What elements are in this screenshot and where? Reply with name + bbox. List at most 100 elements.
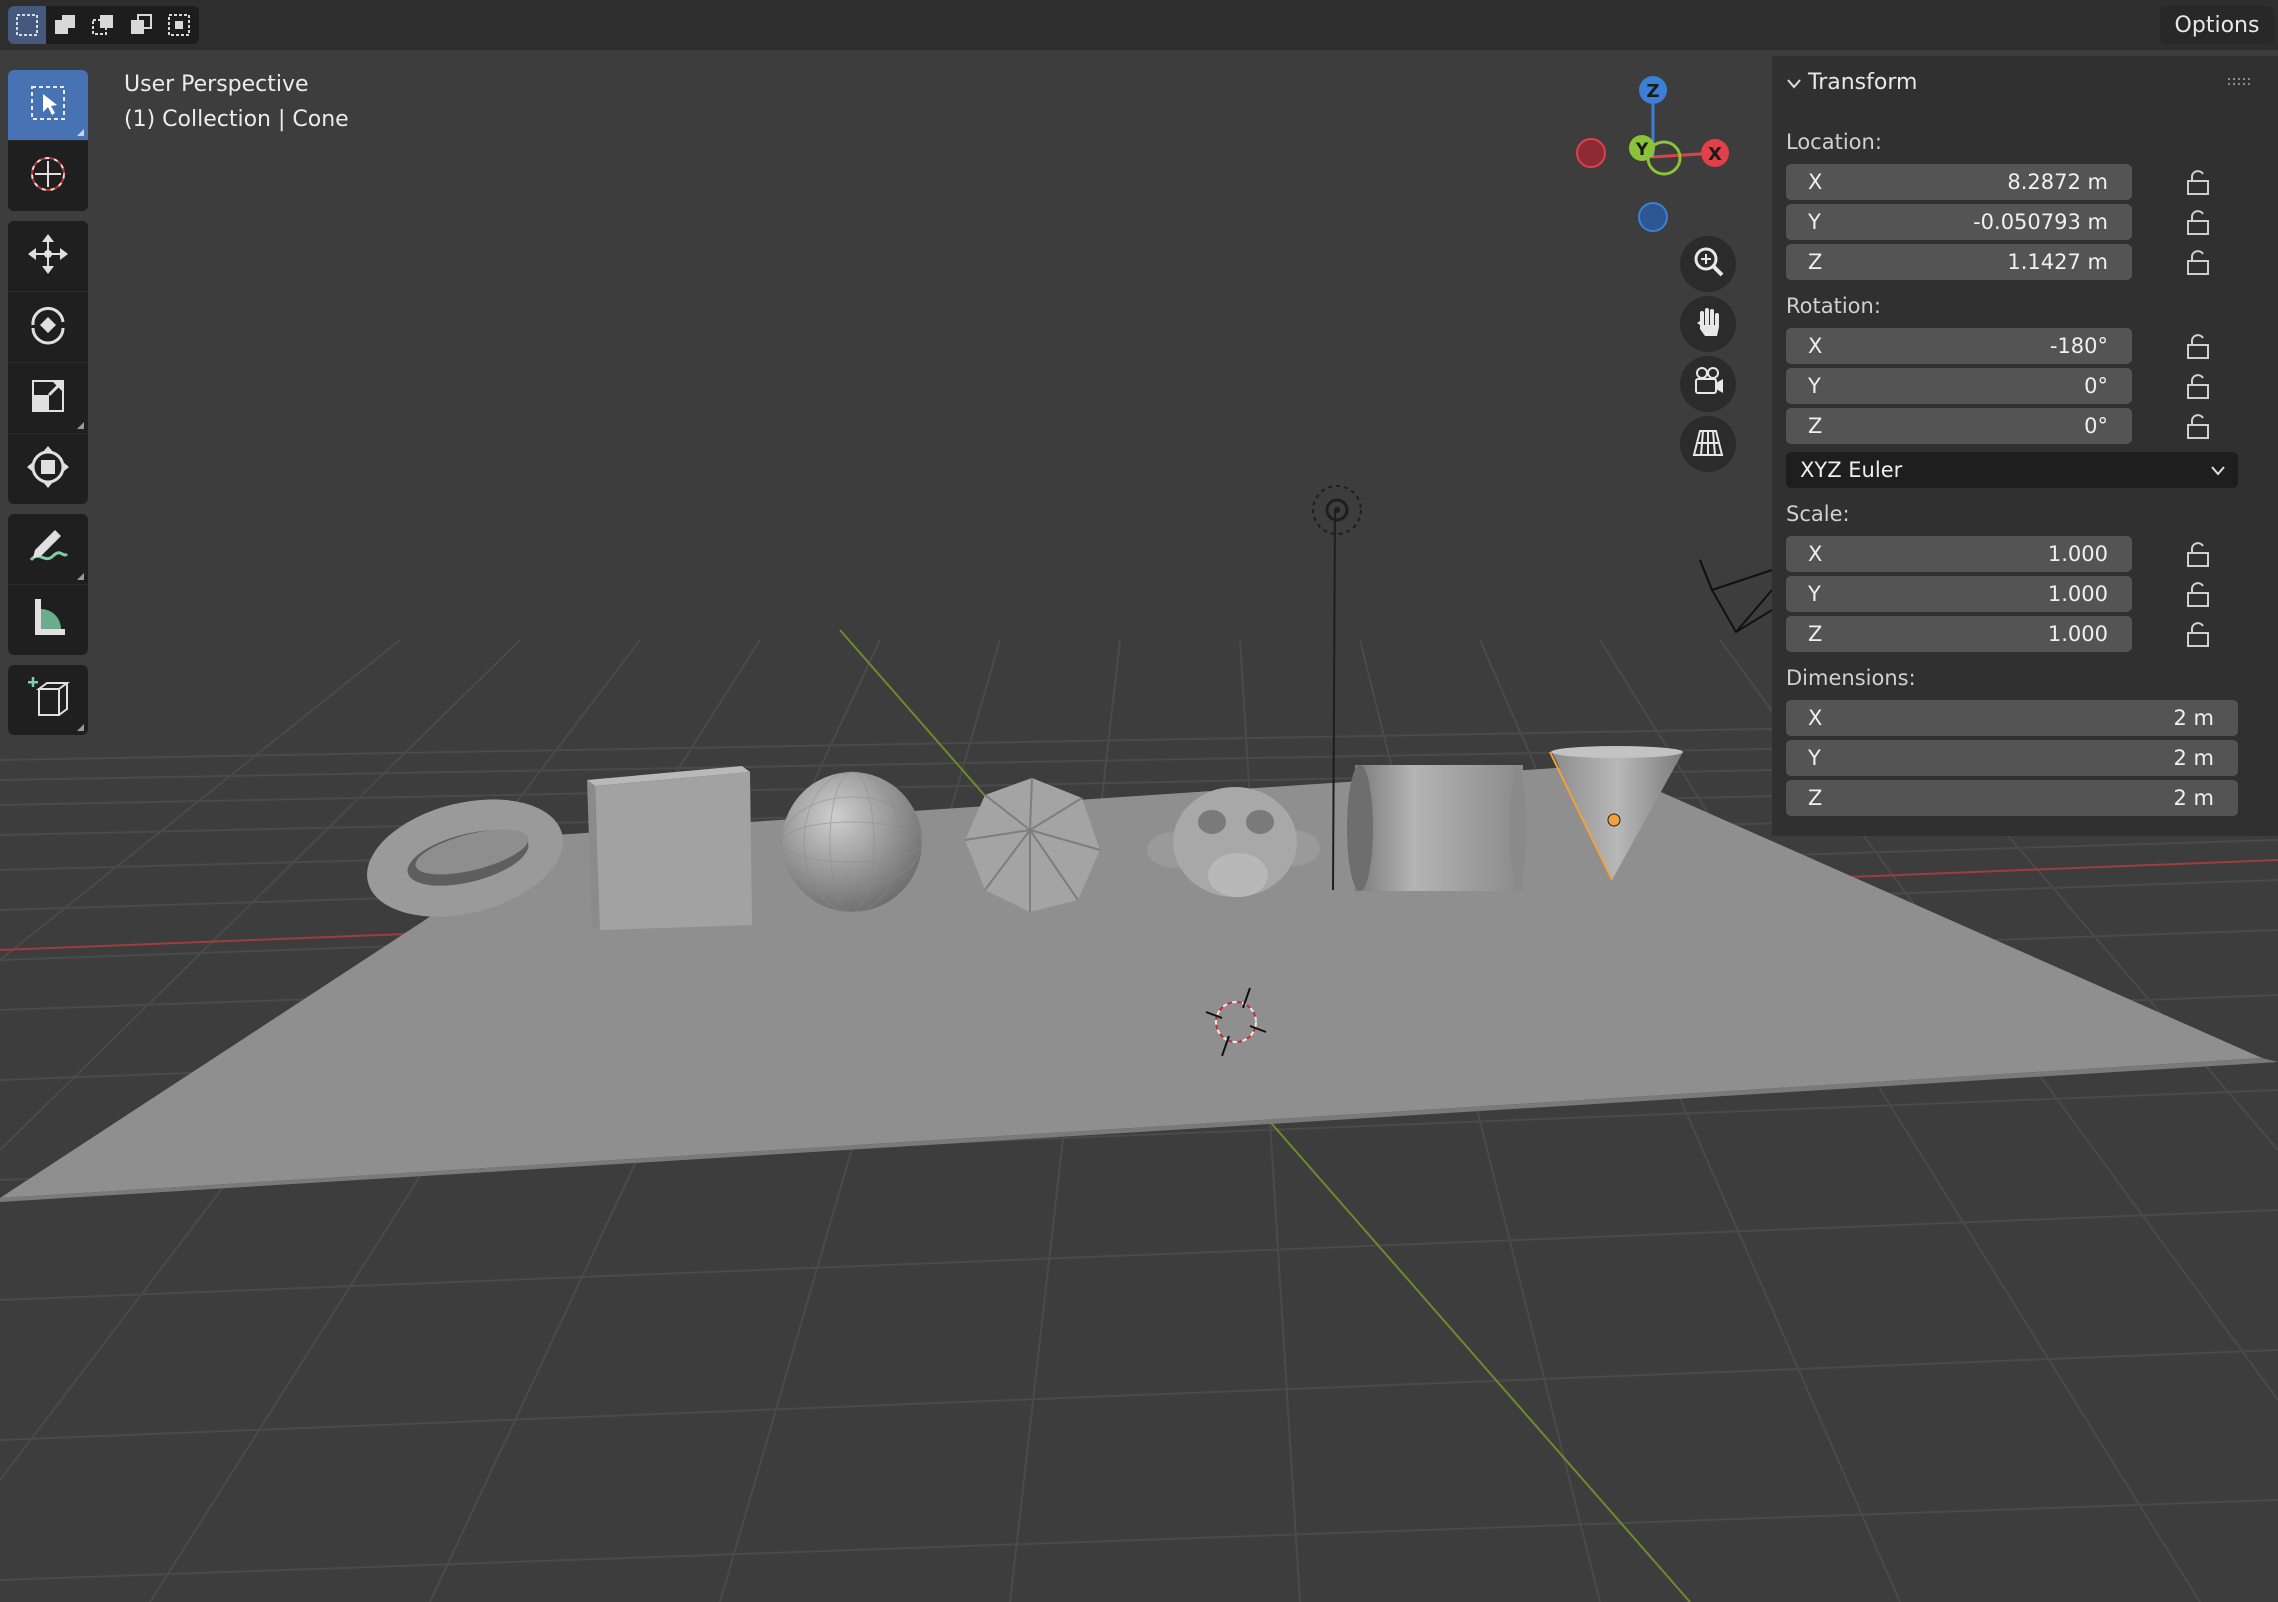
- camera-view-icon: [1691, 365, 1725, 403]
- field-value: 0°: [2084, 374, 2108, 398]
- chevron-down-icon: [1786, 71, 1802, 96]
- move-icon: [25, 231, 71, 281]
- cursor-icon: [25, 151, 71, 201]
- transform-panel-header[interactable]: Transform: [1786, 70, 1917, 96]
- axis-gizmo[interactable]: Z X Y: [1570, 60, 1740, 240]
- dimensions-z-field[interactable]: Z 2 m: [1786, 780, 2238, 816]
- select-box-new-icon[interactable]: [8, 6, 46, 44]
- tool-shelf: [8, 70, 88, 745]
- axis-label: Z: [1808, 250, 1823, 274]
- move-tool[interactable]: [8, 221, 88, 292]
- lock-icon[interactable]: [2184, 412, 2214, 440]
- rotation-mode-dropdown[interactable]: XYZ Euler: [1786, 452, 2238, 488]
- lock-icon[interactable]: [2184, 580, 2214, 608]
- annotate-icon: [25, 524, 71, 574]
- scale-label: Scale:: [1786, 502, 1850, 526]
- cube-object[interactable]: [587, 766, 752, 930]
- options-button[interactable]: Options: [2160, 6, 2274, 44]
- add-cube-tool[interactable]: [8, 665, 88, 735]
- gizmo-z-label: Z: [1646, 81, 1659, 102]
- select-box-extend-icon[interactable]: [46, 6, 84, 44]
- dimensions-y-field[interactable]: Y 2 m: [1786, 740, 2238, 776]
- lock-icon[interactable]: [2184, 208, 2214, 236]
- rotate-icon: [25, 302, 71, 352]
- field-value: -0.050793 m: [1973, 210, 2108, 234]
- gizmo-y-label: Y: [1635, 140, 1649, 160]
- axis-label: Y: [1808, 210, 1821, 234]
- camera-view-button[interactable]: [1680, 356, 1736, 412]
- field-value: 2 m: [2173, 746, 2215, 770]
- location-z-field[interactable]: Z 1.1427 m: [1786, 244, 2132, 280]
- dimensions-x-field[interactable]: X 2 m: [1786, 700, 2238, 736]
- axis-label: Z: [1808, 622, 1823, 646]
- select-box-subtract-icon[interactable]: [84, 6, 122, 44]
- panel-grip-icon[interactable]: [2228, 78, 2250, 88]
- cylinder-object[interactable]: [1347, 765, 1526, 891]
- location-label: Location:: [1786, 130, 1882, 154]
- hand-pan-icon: [1691, 305, 1725, 343]
- scale-y-field[interactable]: Y 1.000: [1786, 576, 2132, 612]
- axis-label: Y: [1808, 582, 1821, 606]
- transform-tool[interactable]: [8, 434, 88, 504]
- scale-tool[interactable]: [8, 363, 88, 434]
- rotate-tool[interactable]: [8, 292, 88, 363]
- gizmo-x-label: X: [1708, 144, 1722, 165]
- rotation-mode-value: XYZ Euler: [1800, 458, 1903, 482]
- uv-sphere-object[interactable]: [781, 771, 923, 913]
- field-value: 1.000: [2047, 622, 2108, 646]
- axis-label: Z: [1808, 414, 1823, 438]
- scale-x-field[interactable]: X 1.000: [1786, 536, 2132, 572]
- chevron-down-icon: [2210, 458, 2226, 482]
- cursor-tool[interactable]: [8, 141, 88, 211]
- annotate-tool[interactable]: [8, 514, 88, 585]
- lock-icon[interactable]: [2184, 540, 2214, 568]
- active-collection-label: (1) Collection | Cone: [124, 107, 349, 132]
- rotation-x-field[interactable]: X -180°: [1786, 328, 2132, 364]
- view-name-label: User Perspective: [124, 72, 309, 97]
- scale-icon: [25, 373, 71, 423]
- zoom-button[interactable]: [1680, 236, 1736, 292]
- cone-origin-dot: [1607, 813, 1621, 827]
- field-value: 1.000: [2047, 542, 2108, 566]
- measure-tool[interactable]: [8, 585, 88, 655]
- axis-label: Z: [1808, 786, 1823, 810]
- rotation-label: Rotation:: [1786, 294, 1881, 318]
- select-box-difference-icon[interactable]: [122, 6, 160, 44]
- dimensions-label: Dimensions:: [1786, 666, 1916, 690]
- field-value: 2 m: [2173, 786, 2215, 810]
- ortho-grid-icon: [1691, 425, 1725, 463]
- navigation-gizmo: Z X Y: [1570, 60, 1740, 480]
- axis-label: Y: [1808, 374, 1821, 398]
- field-value: -180°: [2049, 334, 2108, 358]
- field-value: 1.000: [2047, 582, 2108, 606]
- zoom-icon: [1691, 245, 1725, 283]
- field-value: 8.2872 m: [2007, 170, 2108, 194]
- location-y-field[interactable]: Y -0.050793 m: [1786, 204, 2132, 240]
- axis-label: X: [1808, 170, 1823, 194]
- pan-button[interactable]: [1680, 296, 1736, 352]
- scale-z-field[interactable]: Z 1.000: [1786, 616, 2132, 652]
- measure-icon: [25, 595, 71, 645]
- transform-panel-title: Transform: [1808, 70, 1918, 95]
- select-box-tool[interactable]: [8, 70, 88, 141]
- transform-icon: [25, 444, 71, 494]
- tool-group-annotate: [8, 514, 88, 655]
- select-box-intersect-icon[interactable]: [160, 6, 198, 44]
- tool-group-transform: [8, 221, 88, 504]
- lock-icon[interactable]: [2184, 248, 2214, 276]
- sidebar-n-panel: Transform Location: X 8.2872 m Y -0.050793…: [1772, 56, 2278, 836]
- rotation-z-field[interactable]: Z 0°: [1786, 408, 2132, 444]
- location-x-field[interactable]: X 8.2872 m: [1786, 164, 2132, 200]
- axis-label: X: [1808, 706, 1823, 730]
- lock-icon[interactable]: [2184, 372, 2214, 400]
- field-value: 1.1427 m: [2007, 250, 2108, 274]
- rotation-y-field[interactable]: Y 0°: [1786, 368, 2132, 404]
- lock-icon[interactable]: [2184, 620, 2214, 648]
- lock-icon[interactable]: [2184, 332, 2214, 360]
- ortho-toggle-button[interactable]: [1680, 416, 1736, 472]
- lock-icon[interactable]: [2184, 168, 2214, 196]
- field-value: 0°: [2084, 414, 2108, 438]
- axis-label: Y: [1808, 746, 1821, 770]
- tool-group-select: [8, 70, 88, 211]
- viewport-header: Options: [0, 0, 2278, 50]
